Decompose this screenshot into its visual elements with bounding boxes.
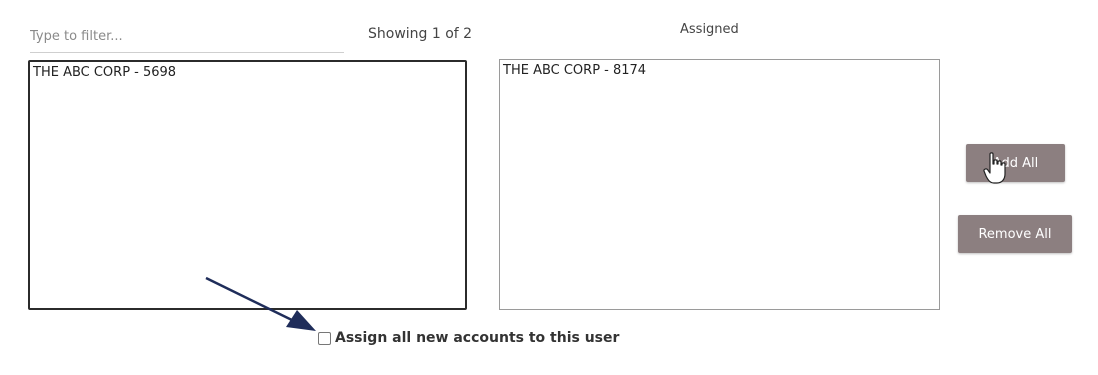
filter-input[interactable]: [30, 20, 344, 53]
available-accounts-list[interactable]: THE ABC CORP - 5698: [28, 60, 467, 310]
list-item[interactable]: THE ABC CORP - 8174: [500, 60, 939, 79]
list-item[interactable]: THE ABC CORP - 5698: [30, 62, 465, 81]
showing-count: Showing 1 of 2: [368, 26, 473, 42]
assign-new-accounts-row[interactable]: Assign all new accounts to this user: [318, 330, 619, 346]
add-all-button[interactable]: Add All: [966, 144, 1065, 182]
assigned-accounts-list[interactable]: THE ABC CORP - 8174: [499, 59, 940, 310]
assign-new-accounts-checkbox[interactable]: [318, 331, 331, 345]
remove-all-button[interactable]: Remove All: [958, 215, 1072, 253]
assigned-header: Assigned: [680, 22, 739, 37]
assign-new-accounts-label[interactable]: Assign all new accounts to this user: [335, 330, 619, 346]
